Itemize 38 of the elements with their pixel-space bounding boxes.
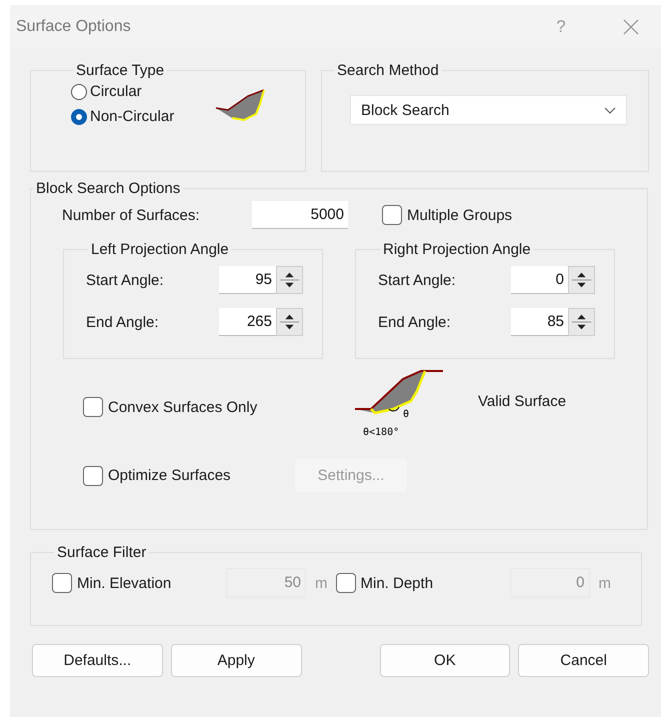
angle-label: θ: [403, 409, 410, 420]
radio-option[interactable]: Non-Circular: [71, 104, 174, 129]
diagram-caption: Valid Surface: [478, 393, 566, 410]
group-title: Block Search Options: [35, 180, 182, 197]
unit-label: m: [598, 574, 611, 592]
angle-field[interactable]: 95: [219, 266, 276, 294]
close-icon[interactable]: [623, 18, 639, 34]
group-title: Right Projection Angle: [382, 241, 532, 258]
radio-option[interactable]: Circular: [71, 79, 174, 104]
angle-field[interactable]: 265: [219, 308, 276, 336]
number-of-surfaces-field[interactable]: 5000: [252, 201, 348, 229]
chevron-icon: [604, 106, 616, 114]
angle-field[interactable]: 85: [511, 308, 568, 336]
unit-label: m: [315, 574, 328, 592]
dialog-button[interactable]: OK: [380, 644, 510, 677]
field-label: Start Angle:: [86, 272, 165, 288]
angle-condition: θ<180°: [363, 427, 400, 438]
search-method-dropdown[interactable]: Block Search: [350, 95, 627, 125]
checkbox[interactable]: Multiple Groups: [382, 205, 512, 225]
spinner-icon[interactable]: [276, 266, 303, 294]
group-title: Left Projection Angle: [90, 241, 230, 258]
group-title: Surface Type: [75, 62, 166, 79]
field-label: Number of Surfaces:: [62, 206, 201, 224]
spinner-icon[interactable]: [568, 266, 595, 294]
spinner-icon[interactable]: [568, 308, 595, 336]
checkbox[interactable]: Optimize Surfaces: [83, 466, 295, 486]
group-title: Surface Filter: [56, 544, 148, 561]
field-label: Start Angle:: [378, 272, 457, 288]
dialog-button[interactable]: Cancel: [518, 644, 649, 677]
field-label: End Angle:: [378, 314, 452, 330]
field-label: End Angle:: [86, 314, 160, 330]
dialog-button[interactable]: Defaults...: [32, 644, 163, 677]
dialog-button[interactable]: Apply: [170, 644, 302, 677]
group-title: Search Method: [336, 62, 440, 79]
checkbox[interactable]: Convex Surfaces Only: [83, 397, 353, 417]
angle-field[interactable]: 0: [511, 266, 568, 294]
spinner-icon[interactable]: [276, 308, 303, 336]
window-title: Surface Options: [16, 18, 132, 36]
